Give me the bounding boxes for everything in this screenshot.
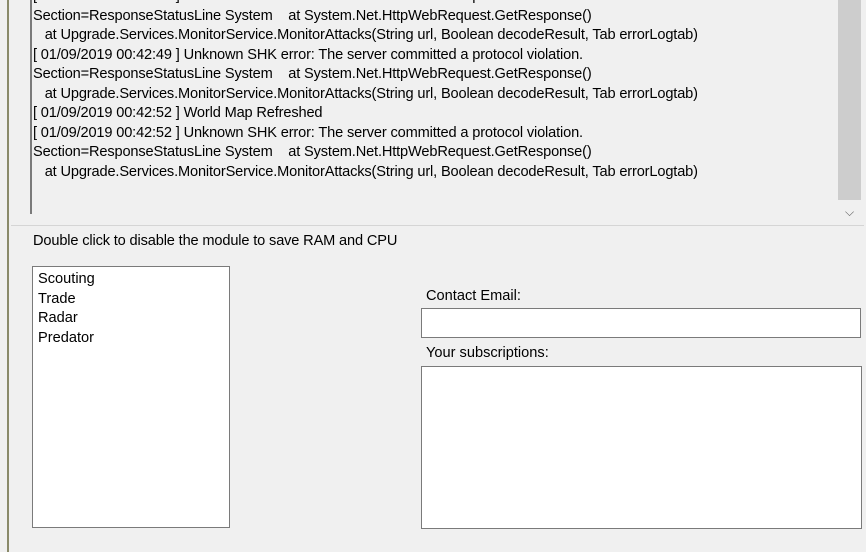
module-hint: Double click to disable the module to sa… (33, 233, 398, 249)
log-line: [ 01/09/2019 00:42:52 ] World Map Refres… (33, 105, 323, 121)
subscriptions-label: Your subscriptions: (426, 345, 549, 361)
error-log-box[interactable]: [ 01/09/2019 00:42:49 ] Unknown SHK erro… (11, 0, 864, 226)
subscriptions-list[interactable] (421, 366, 862, 529)
module-item-radar[interactable]: Radar (33, 309, 229, 329)
log-box-edge (30, 0, 32, 214)
chevron-down-icon[interactable]: ⌵ (837, 203, 862, 221)
contact-email-field[interactable] (421, 308, 861, 338)
left-border-line (7, 0, 9, 552)
log-line: at Upgrade.Services.MonitorService.Monit… (33, 163, 698, 180)
left-border (0, 0, 9, 552)
module-list[interactable]: Scouting Trade Radar Predator (32, 266, 230, 528)
log-text: [ 01/09/2019 00:42:49 ] Unknown SHK erro… (33, 0, 838, 182)
log-line: [ 01/09/2019 00:42:52 ] Unknown SHK erro… (33, 124, 583, 141)
log-line: [ 01/09/2019 00:42:49 ] Unknown SHK erro… (33, 46, 583, 63)
log-line: at Upgrade.Services.MonitorService.Monit… (33, 27, 698, 43)
log-line: Section=ResponseStatusLine System at Sys… (33, 144, 592, 160)
contact-email-label: Contact Email: (426, 288, 521, 304)
log-line: at Upgrade.Services.MonitorService.Monit… (33, 85, 698, 102)
log-scrollbar-thumb[interactable] (838, 0, 861, 200)
log-line: Section=ResponseStatusLine System at Sys… (33, 66, 592, 82)
module-item-scouting[interactable]: Scouting (33, 270, 229, 290)
module-item-trade[interactable]: Trade (33, 290, 229, 310)
module-item-predator[interactable]: Predator (33, 329, 229, 349)
log-scrollbar[interactable]: ⌵ (837, 0, 864, 225)
log-line: Section=ResponseStatusLine System at Sys… (33, 7, 592, 24)
